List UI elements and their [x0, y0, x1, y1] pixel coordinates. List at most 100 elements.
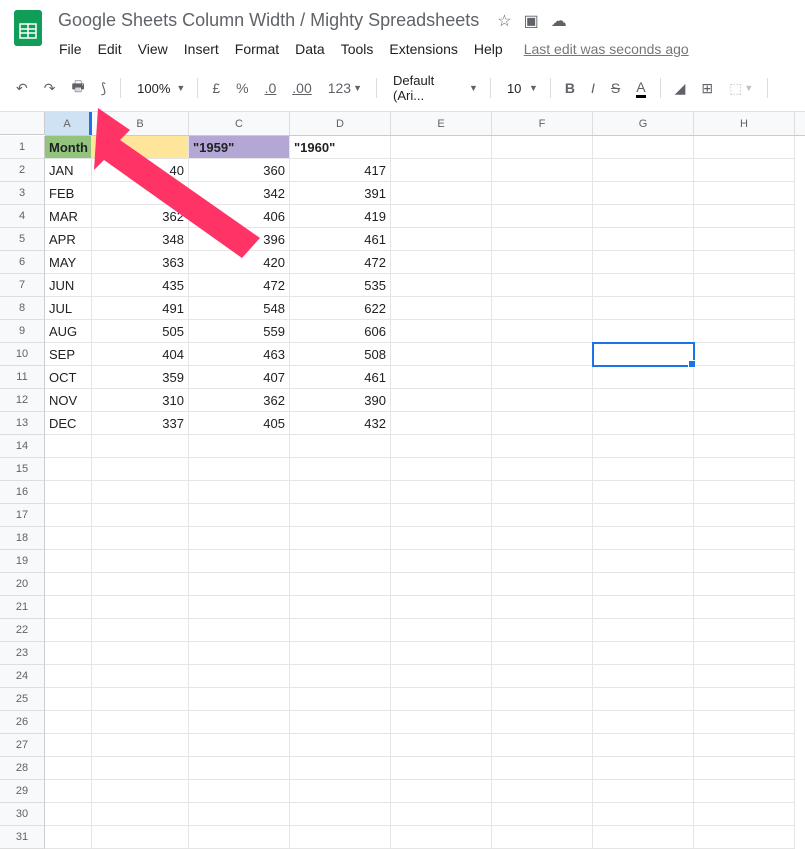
col-header-A[interactable]: A [45, 112, 92, 135]
cell[interactable] [391, 711, 492, 734]
cell[interactable] [694, 481, 795, 504]
cell[interactable]: NOV [45, 389, 92, 412]
cell[interactable] [694, 458, 795, 481]
cell[interactable] [694, 412, 795, 435]
cell[interactable]: JUN [45, 274, 92, 297]
cell[interactable] [694, 274, 795, 297]
cell[interactable] [593, 481, 694, 504]
cell[interactable] [391, 435, 492, 458]
star-icon[interactable]: ☆ [497, 11, 511, 31]
cell[interactable] [290, 688, 391, 711]
cell[interactable] [492, 688, 593, 711]
cell[interactable] [593, 435, 694, 458]
cell[interactable] [694, 619, 795, 642]
cell[interactable] [189, 665, 290, 688]
cell[interactable] [290, 435, 391, 458]
cell[interactable] [45, 665, 92, 688]
last-edit-link[interactable]: Last edit was seconds ago [524, 41, 689, 57]
cell[interactable] [694, 642, 795, 665]
menu-insert[interactable]: Insert [177, 37, 226, 61]
row-header[interactable]: 25 [0, 688, 45, 711]
cell[interactable]: APR [45, 228, 92, 251]
cell[interactable] [290, 665, 391, 688]
row-header[interactable]: 2 [0, 159, 45, 182]
cell[interactable]: 405 [189, 412, 290, 435]
row-header[interactable]: 20 [0, 573, 45, 596]
cell[interactable] [92, 642, 189, 665]
cell[interactable] [694, 136, 795, 159]
cell[interactable] [492, 803, 593, 826]
row-header[interactable]: 10 [0, 343, 45, 366]
increase-decimal-button[interactable]: .00 [286, 76, 317, 100]
cell[interactable]: 622 [290, 297, 391, 320]
cell[interactable] [492, 780, 593, 803]
row-header[interactable]: 4 [0, 205, 45, 228]
bold-button[interactable]: B [559, 76, 581, 100]
cell[interactable] [391, 136, 492, 159]
currency-button[interactable]: £ [206, 76, 226, 100]
cell[interactable] [492, 228, 593, 251]
strike-button[interactable]: S [605, 76, 626, 100]
cell[interactable] [492, 274, 593, 297]
cell[interactable]: 406 [189, 205, 290, 228]
cell[interactable] [492, 481, 593, 504]
menu-help[interactable]: Help [467, 37, 510, 61]
cell[interactable] [290, 734, 391, 757]
cell[interactable] [593, 619, 694, 642]
cell[interactable] [92, 688, 189, 711]
cell[interactable] [189, 688, 290, 711]
cell[interactable] [45, 734, 92, 757]
cell[interactable] [593, 389, 694, 412]
cell[interactable] [694, 228, 795, 251]
cell[interactable] [694, 573, 795, 596]
cell[interactable] [694, 504, 795, 527]
cloud-icon[interactable]: ☁ [551, 11, 567, 31]
cell[interactable] [189, 435, 290, 458]
cell[interactable] [290, 550, 391, 573]
row-header[interactable]: 15 [0, 458, 45, 481]
row-header[interactable]: 12 [0, 389, 45, 412]
cell[interactable] [694, 159, 795, 182]
cell[interactable] [391, 320, 492, 343]
row-header[interactable]: 28 [0, 757, 45, 780]
row-header[interactable]: 24 [0, 665, 45, 688]
row-header[interactable]: 1 [0, 136, 45, 159]
row-header[interactable]: 9 [0, 320, 45, 343]
cell[interactable] [694, 734, 795, 757]
cell[interactable] [593, 412, 694, 435]
font-select[interactable]: Default (Ari...▼ [385, 71, 482, 105]
cell[interactable] [694, 366, 795, 389]
cell[interactable] [45, 573, 92, 596]
row-header[interactable]: 7 [0, 274, 45, 297]
italic-button[interactable]: I [585, 76, 601, 100]
cell[interactable]: 337 [92, 412, 189, 435]
cell[interactable] [593, 182, 694, 205]
cell[interactable] [593, 458, 694, 481]
cell[interactable] [694, 205, 795, 228]
cell[interactable] [492, 182, 593, 205]
col-header-F[interactable]: F [492, 112, 593, 135]
cell[interactable] [290, 619, 391, 642]
cell[interactable]: 359 [92, 366, 189, 389]
cell[interactable] [694, 711, 795, 734]
cell[interactable] [45, 711, 92, 734]
cell[interactable] [492, 619, 593, 642]
cell[interactable] [694, 527, 795, 550]
menu-data[interactable]: Data [288, 37, 332, 61]
cell[interactable] [290, 711, 391, 734]
cell[interactable] [492, 320, 593, 343]
cell[interactable]: 559 [189, 320, 290, 343]
cell[interactable] [694, 803, 795, 826]
cell[interactable] [189, 757, 290, 780]
cell[interactable] [290, 757, 391, 780]
row-header[interactable]: 31 [0, 826, 45, 849]
decrease-decimal-button[interactable]: .0 [259, 76, 283, 100]
cell[interactable] [492, 366, 593, 389]
cell[interactable] [92, 803, 189, 826]
cell[interactable] [391, 412, 492, 435]
cell[interactable]: 432 [290, 412, 391, 435]
cell[interactable] [492, 757, 593, 780]
cell[interactable] [45, 435, 92, 458]
cell[interactable] [391, 734, 492, 757]
menu-view[interactable]: View [131, 37, 175, 61]
